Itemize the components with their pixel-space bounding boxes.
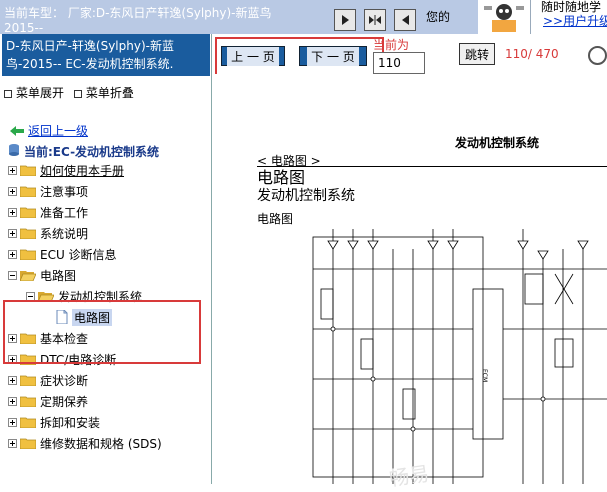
tree-item-wiring-diagram[interactable]: 电路图 [8,265,76,285]
folder-icon [20,438,36,449]
ad-box: 随时随地学 >>用户升级 [530,0,607,34]
nav-forward-button[interactable] [334,9,356,31]
expand-icon [8,396,17,406]
database-icon [9,144,19,156]
page-number-input[interactable] [373,52,425,74]
tree-item-label: 系统说明 [40,226,89,241]
menu-ops: 菜单展开 菜单折叠 [4,84,134,101]
back-link[interactable]: 返回上一级 [28,122,88,139]
tree-item-precautions[interactable]: 注意事项 [8,181,88,201]
folder-icon [20,207,36,218]
page-count: 110/ 470 [505,47,559,61]
tree-item-ecu-diagnosis[interactable]: ECU 诊断信息 [8,244,117,264]
tree-item-system-description[interactable]: 系统说明 [8,223,88,243]
tree-item-label: 维修数据和规格 (SDS) [40,436,162,451]
watermark: 畅易 [387,461,431,491]
split-arrows-icon [369,15,381,25]
expand-menu-label: 菜单展开 [16,86,65,100]
tree-item-label: ECU 诊断信息 [40,247,117,262]
square-icon [73,89,82,98]
car-model-label-cont: 2015-- [4,22,44,34]
collapse-menu-label: 菜单折叠 [85,86,134,100]
tree-item-service-data[interactable]: 维修数据和规格 (SDS) [8,433,162,453]
current-node-label: 当前:EC-发动机控制系统 [24,145,160,159]
document-subtitle-2: 电路图 [257,212,294,226]
tree-item-label: 症状诊断 [40,373,89,388]
tree-item-label: 准备工作 [40,205,89,220]
jump-button[interactable]: 跳转 [459,43,495,65]
sidebar-title: D-东风日产-轩逸(Sylphy)-新蓝鸟-2015-- EC-发动机控制系统. [2,34,210,76]
rewind-icon [402,15,409,25]
expand-icon [8,249,17,259]
expand-icon [8,228,17,238]
highlight-box-tree [3,300,201,364]
expand-icon [8,207,17,217]
nav-back-button[interactable] [394,9,416,31]
expand-icon [8,375,17,385]
expand-icon [8,417,17,427]
folder-icon [20,228,36,239]
square-icon [4,89,12,98]
open-folder-icon [20,271,36,281]
top-bar: 当前车型： 厂家:D-东风日产轩逸(Sylphy)-新蓝鸟 2015-- 您的 … [0,0,607,34]
current-page-label: 当前为 [373,38,410,52]
expand-icon [8,165,17,175]
tree-item-label: 注意事项 [40,184,89,199]
collapse-icon [8,270,17,280]
document-page: 发动机控制系统 < 电路图 > 电路图 发动机控制系统 电路图 ECM 畅易 [213,74,607,491]
tree-item-symptom-diagnosis[interactable]: 症状诊断 [8,370,88,390]
ecm-label: ECM [481,369,488,382]
document-subtitle: 发动机控制系统 [257,188,355,204]
folder-icon [20,249,36,260]
divider [257,166,607,167]
zoom-circle-button[interactable] [588,46,607,65]
play-icon [342,15,349,25]
folder-icon [20,165,36,176]
folder-icon [20,396,36,407]
nav-expand-button[interactable] [364,9,386,31]
tree-item-preparation[interactable]: 准备工作 [8,202,88,222]
tree-item-label: 定期保养 [40,394,89,409]
back-arrow-icon [10,126,24,136]
mascot-icon [478,0,530,34]
upgrade-link[interactable]: >>用户升级 [543,12,607,29]
car-model-label: 当前车型： 厂家:D-东风日产轩逸(Sylphy)-新蓝鸟 [4,6,272,20]
tree-item-label: 拆卸和安装 [40,415,101,430]
tree-item-how-to-use[interactable]: 如何使用本手册 [8,160,124,180]
folder-icon [20,186,36,197]
tree-item-removal-installation[interactable]: 拆卸和安装 [8,412,100,432]
wiring-diagram: ECM [312,229,607,484]
tree-item-label: 如何使用本手册 [40,163,125,178]
welcome-text: 您的 [426,10,451,24]
document-heading: 发动机控制系统 [455,136,540,150]
expand-icon [8,186,17,196]
tree-item-maintenance[interactable]: 定期保养 [8,391,88,411]
sidebar: D-东风日产-轩逸(Sylphy)-新蓝鸟-2015-- EC-发动机控制系统.… [0,34,212,484]
expand-menu-button[interactable]: 菜单展开 [4,84,64,101]
viewer-toolbar: 上 一 页 下 一 页 当前为 跳转 110/ 470 [213,34,607,85]
expand-icon [8,438,17,448]
tree-item-label: 电路图 [40,268,77,283]
folder-icon [20,417,36,428]
collapse-menu-button[interactable]: 菜单折叠 [73,84,134,101]
folder-icon [20,375,36,386]
